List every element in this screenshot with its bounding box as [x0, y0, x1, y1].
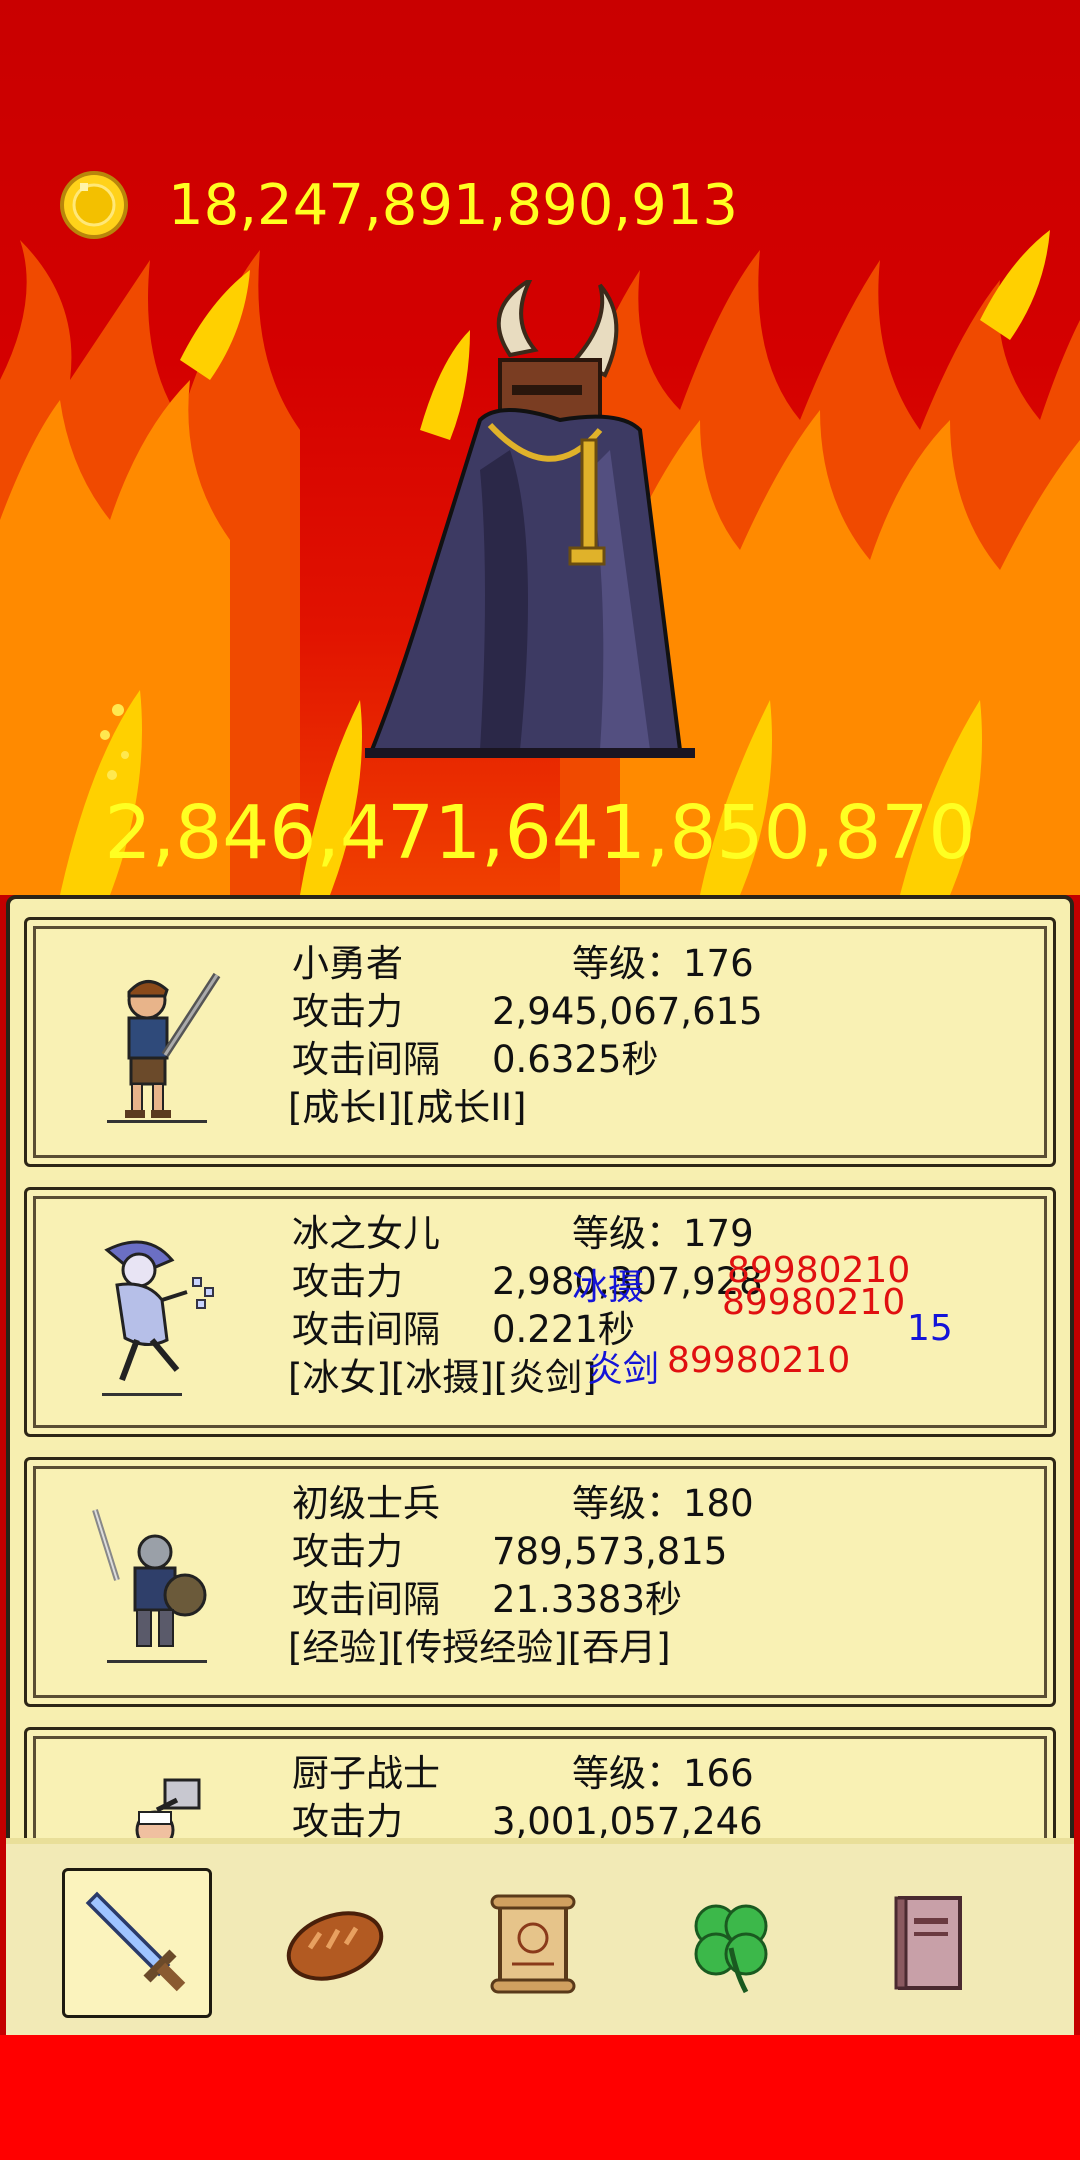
hero-card[interactable]: 小勇者 等级： 176 攻击力 2,945,067,615 攻击间隔 0.6325秒 [… — [24, 917, 1056, 1167]
bread-icon — [286, 1911, 384, 1981]
tab-food[interactable] — [260, 1868, 410, 2018]
tab-luck[interactable] — [656, 1868, 806, 2018]
hero-level-label: 等级： — [572, 1212, 683, 1255]
tab-scroll[interactable] — [458, 1868, 608, 2018]
attack-label: 攻击力 — [292, 1530, 403, 1573]
bottom-tab-bar — [6, 1838, 1074, 2041]
hero-name: 小勇者 — [292, 942, 403, 985]
hero-level: 176 — [683, 942, 754, 985]
interval-label: 攻击间隔 — [292, 1308, 440, 1351]
tab-book[interactable] — [854, 1868, 1004, 2018]
battle-scene: 18,247,891,890,913 2,846,471,641,850,870 — [0, 0, 1080, 895]
soldier-sprite — [92, 1509, 207, 1663]
hero-name: 初级士兵 — [292, 1482, 440, 1525]
hero-level: 180 — [683, 1482, 754, 1525]
interval-label: 攻击间隔 — [292, 1038, 440, 1081]
hero-skills: [成长I][成长II] — [288, 1086, 527, 1129]
gold-amount: 18,247,891,890,913 — [168, 172, 739, 238]
damage-float: 89980210 — [667, 1340, 851, 1381]
ice-daughter-sprite — [102, 1240, 214, 1396]
bottom-strip — [0, 2035, 1080, 2160]
damage-float: 炎剑 — [587, 1349, 660, 1390]
hero-card[interactable]: 冰之女儿 等级： 179 攻击力 2,980,307,928 攻击间隔 0.221秒 [… — [24, 1187, 1056, 1437]
attack-value: 2,945,067,615 — [492, 990, 763, 1033]
horned-demon-boss[interactable] — [360, 280, 700, 760]
attack-value: 789,573,815 — [492, 1530, 728, 1573]
hero-skills: [经验][传授经验][吞月] — [288, 1626, 671, 1669]
scroll-icon — [490, 1894, 576, 1994]
tab-heroes[interactable] — [62, 1868, 212, 2018]
damage-float: 15 — [907, 1308, 953, 1349]
clover-icon — [694, 1904, 768, 1994]
damage-float: 89980210 — [722, 1282, 906, 1323]
interval-label: 攻击间隔 — [292, 1578, 440, 1621]
sword-icon — [85, 1891, 186, 1992]
hero-level-label: 等级： — [572, 1752, 683, 1795]
attack-label: 攻击力 — [292, 1260, 403, 1303]
hero-name: 厨子战士 — [292, 1752, 440, 1795]
hero-name: 冰之女儿 — [292, 1212, 440, 1255]
book-icon — [894, 1896, 962, 1990]
interval-value: 0.6325秒 — [492, 1038, 659, 1081]
hero-card[interactable]: 初级士兵 等级： 180 攻击力 789,573,815 攻击间隔 21.3383秒 [… — [24, 1457, 1056, 1707]
interval-value: 21.3383秒 — [492, 1578, 683, 1621]
damage-float: 冰摄 — [572, 1267, 645, 1308]
gold-coin-icon — [60, 171, 128, 239]
young-hero-sprite — [107, 972, 221, 1123]
gold-counter: 18,247,891,890,913 — [58, 165, 738, 245]
attack-label: 攻击力 — [292, 990, 403, 1033]
hero-level-label: 等级： — [572, 1482, 683, 1525]
hero-level-label: 等级： — [572, 942, 683, 985]
hero-level: 166 — [683, 1752, 754, 1795]
boss-hp: 2,846,471,641,850,870 — [104, 790, 976, 876]
